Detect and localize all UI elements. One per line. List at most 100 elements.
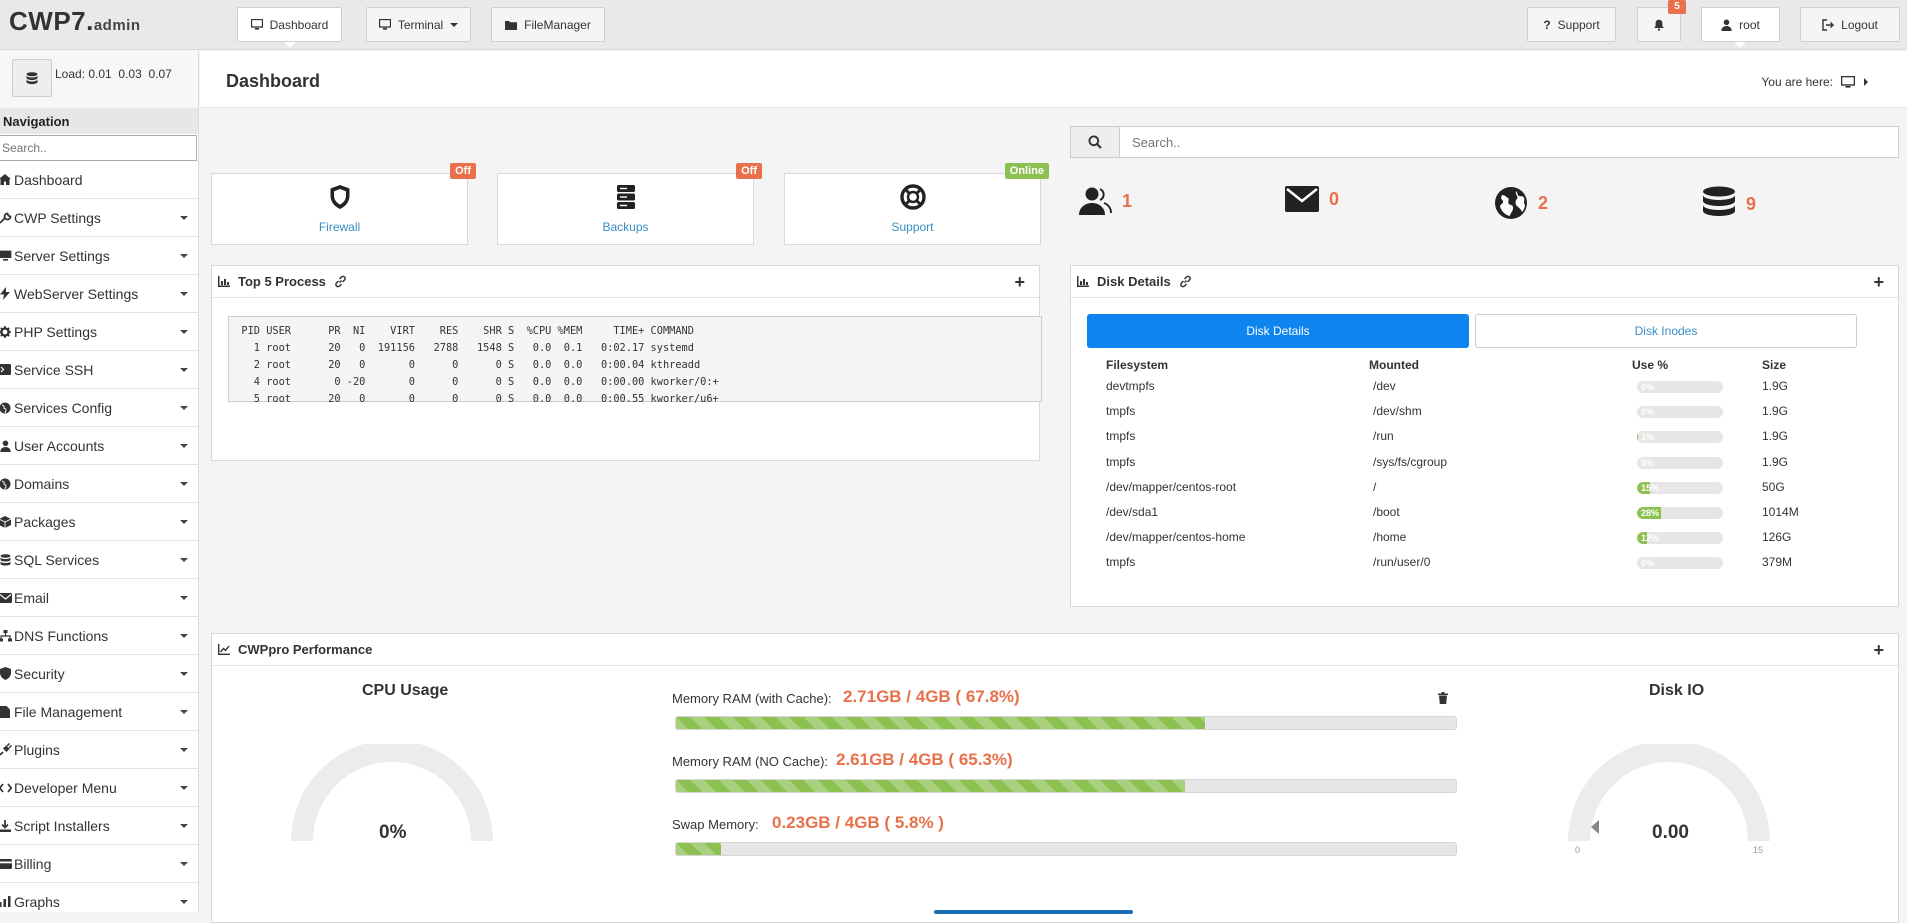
active-nav-pointer [284, 42, 296, 48]
chevron-down-icon [180, 596, 188, 600]
disk-io-title: Disk IO [1649, 682, 1705, 699]
wrench-icon [0, 212, 13, 224]
search-button[interactable] [1070, 126, 1120, 158]
sidebar-item-label: Billing [14, 855, 52, 872]
app-logo[interactable]: CWP7.admin [9, 6, 141, 37]
chevron-down-icon [180, 520, 188, 524]
swap-memory-bar [675, 842, 1457, 856]
sidebar-item-script-installers[interactable]: Script Installers [0, 807, 198, 845]
disk-filesystem-cell: tmpfs [1106, 454, 1136, 469]
search-input[interactable] [1120, 126, 1899, 158]
sidebar-item-cwp-settings[interactable]: CWP Settings [0, 199, 198, 237]
sidebar-item-label: SQL Services [14, 551, 100, 568]
sidebar-item-label: Developer Menu [14, 779, 117, 796]
sidebar-item-billing[interactable]: Billing [0, 845, 198, 883]
plug-icon [0, 743, 13, 756]
sidebar-item-dashboard[interactable]: Dashboard [0, 161, 198, 199]
load-panel: Load: 0.01 0.03 0.07 [0, 51, 199, 108]
tab-disk-details[interactable]: Disk Details [1087, 314, 1469, 348]
users-count: 1 [1122, 190, 1133, 211]
sidebar-item-label: Plugins [14, 741, 60, 758]
support-button[interactable]: ? Support [1527, 7, 1616, 42]
sidebar-item-security[interactable]: Security [0, 655, 198, 693]
trash-icon[interactable] [1438, 692, 1448, 704]
performance-more-button[interactable] [934, 910, 1133, 914]
expand-process-button[interactable]: + [1014, 272, 1025, 293]
sidebar-item-dns-functions[interactable]: DNS Functions [0, 617, 198, 655]
users-stat[interactable]: 1 [1078, 186, 1132, 216]
monitor-icon[interactable] [1841, 76, 1855, 88]
databases-stat[interactable]: 9 [1702, 186, 1756, 222]
swap-memory-bar-fill [676, 843, 722, 855]
sidebar-item-php-settings[interactable]: PHP Settings [0, 313, 198, 351]
disk-filesystem-cell: /dev/sda1 [1106, 505, 1159, 519]
disk-usage-bar: 0% [1637, 381, 1723, 393]
sidebar-item-webserver-settings[interactable]: WebServer Settings [0, 275, 198, 313]
bar-chart-icon [1077, 276, 1089, 287]
database-icon [26, 71, 38, 84]
terminal-icon [0, 364, 13, 375]
user-menu-button[interactable]: root [1701, 7, 1780, 42]
line-chart-icon [218, 644, 230, 655]
link-icon[interactable] [1179, 275, 1192, 288]
chevron-down-icon [180, 748, 188, 752]
email-stat[interactable]: 0 [1285, 186, 1339, 212]
sidebar-item-file-management[interactable]: File Management [0, 693, 198, 731]
disk-usage-bar-fill [1637, 431, 1638, 444]
domains-stat[interactable]: 2 [1494, 186, 1548, 220]
backups-card-label: Backups [602, 220, 649, 234]
sidebar-item-domains[interactable]: Domains [0, 465, 198, 503]
tab-disk-inodes[interactable]: Disk Inodes [1475, 314, 1857, 348]
disk-mounted-cell: /dev/shm [1373, 404, 1422, 419]
nav-dashboard-label: Dashboard [269, 17, 329, 32]
backups-card[interactable]: Backups Off [497, 163, 762, 245]
sidebar-item-label: WebServer Settings [14, 285, 139, 302]
memory-nocache-bar [675, 779, 1457, 793]
support-card[interactable]: Support Online [784, 163, 1049, 245]
chevron-down-icon [180, 786, 188, 790]
disk-usage-label: 0% [1641, 382, 1655, 392]
nav-dashboard-button[interactable]: Dashboard [237, 7, 342, 42]
col-size: Size [1762, 358, 1787, 372]
expand-disk-button[interactable]: + [1873, 272, 1884, 293]
nav-filemanager-button[interactable]: FileManager [491, 7, 605, 42]
disk-mounted-cell: /run/user/0 [1373, 555, 1431, 570]
disk-usage-label: 12% [1641, 533, 1660, 544]
monitor-icon [250, 19, 263, 30]
page-title: Dashboard [226, 71, 321, 91]
sidebar-item-services-config[interactable]: Services Config [0, 389, 198, 427]
memory-cache-bar [675, 716, 1457, 730]
sidebar-item-service-ssh[interactable]: Service SSH [0, 351, 198, 389]
logout-button[interactable]: Logout [1800, 7, 1900, 42]
sidebar-search-input[interactable] [0, 135, 197, 161]
sidebar-item-server-settings[interactable]: Server Settings [0, 237, 198, 275]
memory-cache-value: 2.71GB / 4GB ( 67.8%) [843, 687, 1020, 706]
sidebar-item-user-accounts[interactable]: User Accounts [0, 427, 198, 465]
globe-icon [0, 478, 13, 490]
disk-size-cell: 1.9G [1762, 404, 1789, 419]
expand-performance-button[interactable]: + [1873, 640, 1884, 661]
globe-icon [1495, 187, 1527, 219]
folder-icon [505, 20, 518, 30]
memory-nocache-label: Memory RAM (NO Cache): [672, 754, 829, 769]
sidebar-item-graphs[interactable]: Graphs [0, 883, 198, 912]
sidebar-item-label: Email [14, 589, 50, 606]
disk-size-cell: 1.9G [1762, 379, 1789, 393]
firewall-card[interactable]: Firewall Off [211, 163, 476, 245]
sidebar-item-plugins[interactable]: Plugins [0, 731, 198, 769]
sidebar-item-sql-services[interactable]: SQL Services [0, 541, 198, 579]
sidebar-item-label: Service SSH [14, 361, 94, 378]
sidebar-item-email[interactable]: Email [0, 579, 198, 617]
nav-terminal-button[interactable]: Terminal [366, 7, 471, 42]
server-load-button[interactable] [12, 59, 52, 97]
sidebar-item-developer-menu[interactable]: Developer Menu [0, 769, 198, 807]
bolt-icon [0, 287, 13, 300]
chevron-down-icon [180, 900, 188, 904]
life-ring-icon [899, 184, 926, 210]
disk-usage-bar: 0% [1637, 557, 1723, 570]
sidebar-item-label: CWP Settings [14, 209, 101, 226]
process-row: 5 root 20 0 0 0 0 S 0.0 0.0 0:00.55 kwor… [229, 393, 719, 405]
sidebar-item-packages[interactable]: Packages [0, 503, 198, 541]
link-icon[interactable] [334, 275, 347, 288]
disk-mounted-cell: /home [1373, 530, 1407, 545]
